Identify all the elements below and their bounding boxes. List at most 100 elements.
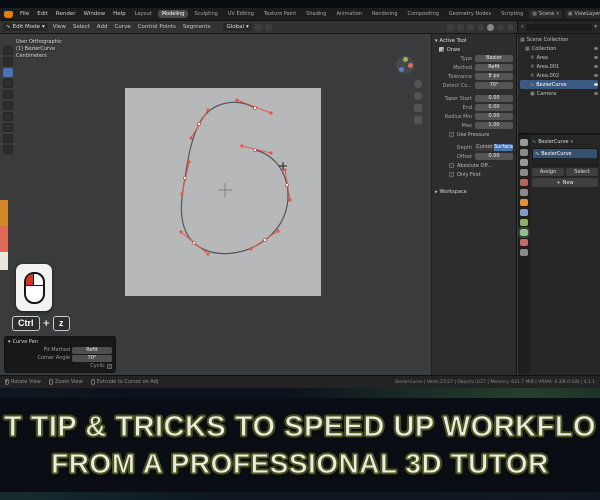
tolerance-field[interactable]: 8 px bbox=[475, 73, 513, 80]
fit-method-value[interactable]: Refit bbox=[72, 346, 112, 354]
properties-tab-modifiers[interactable] bbox=[520, 209, 528, 216]
cyclic-checkbox[interactable] bbox=[107, 363, 112, 369]
properties-tab-view-layer[interactable] bbox=[520, 169, 528, 176]
workspace-tab-texture-paint[interactable]: Texture Paint bbox=[260, 10, 300, 18]
mode-dropdown[interactable]: ∿ Edit Mode ▾ bbox=[3, 23, 48, 31]
eye-icon[interactable] bbox=[594, 92, 598, 95]
eye-icon[interactable] bbox=[594, 74, 598, 77]
use-pressure-checkbox[interactable] bbox=[449, 132, 454, 137]
properties-tab-scene[interactable] bbox=[520, 179, 528, 186]
menu-render[interactable]: Render bbox=[53, 11, 79, 17]
menu-edit[interactable]: Edit bbox=[34, 11, 51, 17]
type-dropdown[interactable]: Bezier bbox=[475, 55, 513, 62]
shading-wireframe-icon[interactable] bbox=[477, 23, 484, 31]
drawing-canvas[interactable] bbox=[125, 88, 321, 296]
select-box-tool-icon[interactable] bbox=[3, 46, 13, 55]
transform-orientation-dropdown[interactable]: Global ▾ bbox=[223, 23, 252, 31]
camera-view-icon[interactable] bbox=[414, 104, 422, 112]
properties-tab-material[interactable] bbox=[520, 239, 528, 246]
show-gizmo-icon[interactable] bbox=[447, 23, 454, 31]
menu-file[interactable]: File bbox=[17, 11, 32, 17]
eye-icon[interactable] bbox=[594, 65, 598, 68]
measure-tool-icon[interactable] bbox=[3, 134, 13, 143]
properties-tab-object[interactable] bbox=[520, 199, 528, 206]
slot-list-item[interactable]: ∿ BezierCurve bbox=[533, 149, 597, 158]
rotate-tool-icon[interactable] bbox=[3, 90, 13, 99]
method-dropdown[interactable]: Refit bbox=[475, 64, 513, 71]
annotate-tool-icon[interactable] bbox=[3, 123, 13, 132]
outliner-item-area-001[interactable]: ☼ Area.001 bbox=[520, 62, 598, 71]
zoom-icon[interactable] bbox=[414, 80, 422, 88]
outliner-item-collection[interactable]: ▦ Collection bbox=[520, 44, 598, 53]
move-tool-icon[interactable] bbox=[3, 79, 13, 88]
chevron-down-icon[interactable]: ▾ bbox=[8, 339, 11, 345]
workspace-tab-modeling[interactable]: Modeling bbox=[157, 10, 189, 18]
properties-tab-physics[interactable] bbox=[520, 219, 528, 226]
assign-button[interactable]: Assign bbox=[532, 168, 564, 176]
collapse-icon[interactable]: ▾ bbox=[435, 38, 438, 44]
transform-tool-icon[interactable] bbox=[3, 112, 13, 121]
corner-angle-value[interactable]: 70° bbox=[72, 354, 112, 362]
workspace-section[interactable]: ▸ Workspace bbox=[435, 187, 513, 196]
cursor-tool-icon[interactable] bbox=[3, 57, 13, 66]
toggle-ortho-icon[interactable] bbox=[414, 116, 422, 124]
shading-rendered-icon[interactable] bbox=[507, 23, 514, 31]
depth-cursor-button[interactable]: Cursor bbox=[475, 144, 494, 151]
workspace-tab-scripting[interactable]: Scripting bbox=[497, 10, 527, 18]
depth-surface-button[interactable]: Surface bbox=[493, 144, 513, 151]
axis-z-icon[interactable] bbox=[399, 67, 404, 72]
overlays-icon[interactable] bbox=[457, 23, 464, 31]
outliner-item-camera[interactable]: ▣ Camera bbox=[520, 89, 598, 98]
workspace-tab-layout[interactable]: Layout bbox=[131, 10, 156, 18]
menu-curve[interactable]: Curve bbox=[112, 24, 132, 30]
filter-icon[interactable]: ▾ bbox=[594, 24, 597, 30]
workspace-tab-shading[interactable]: Shading bbox=[302, 10, 330, 18]
proportional-edit-icon[interactable] bbox=[264, 23, 272, 31]
extrude-tool-icon[interactable] bbox=[3, 145, 13, 154]
shading-solid-icon[interactable] bbox=[487, 23, 494, 31]
properties-tab-tool[interactable] bbox=[520, 139, 528, 146]
workspace-tab-geometry-nodes[interactable]: Geometry Nodes bbox=[445, 10, 495, 18]
operator-panel[interactable]: ▾ Curve Pen Fit Method Refit Corner Angl… bbox=[4, 336, 116, 373]
workspace-tab-rendering[interactable]: Rendering bbox=[368, 10, 402, 18]
menu-segments[interactable]: Segments bbox=[181, 24, 213, 30]
scale-tool-icon[interactable] bbox=[3, 101, 13, 110]
properties-tab-output[interactable] bbox=[520, 159, 528, 166]
workspace-tab-uv-editing[interactable]: UV Editing bbox=[224, 10, 258, 18]
menu-help[interactable]: Help bbox=[110, 11, 129, 17]
eye-icon[interactable] bbox=[594, 56, 598, 59]
taper-end-field[interactable]: 0.00 bbox=[475, 104, 513, 111]
eye-icon[interactable] bbox=[594, 83, 598, 86]
scene-selector[interactable]: ▦ Scene ▾ bbox=[529, 10, 562, 18]
properties-tab-object-data[interactable] bbox=[518, 227, 530, 238]
shading-material-icon[interactable] bbox=[497, 23, 504, 31]
outliner-item-beziercurve[interactable]: ∿ BezierCurve bbox=[520, 80, 598, 89]
select-button[interactable]: Select bbox=[566, 168, 598, 176]
workspace-tab-compositing[interactable]: Compositing bbox=[404, 10, 443, 18]
outliner-item-area-002[interactable]: ☼ Area.002 bbox=[520, 71, 598, 80]
axis-y-icon[interactable] bbox=[403, 57, 408, 62]
outliner-item-scene-collection[interactable]: ▦ Scene Collection bbox=[520, 35, 598, 44]
slot-list[interactable]: ∿ BezierCurve bbox=[532, 148, 598, 166]
menu-select[interactable]: Select bbox=[71, 24, 92, 30]
eye-icon[interactable] bbox=[594, 47, 598, 50]
menu-view[interactable]: View bbox=[51, 24, 68, 30]
axis-x-icon[interactable] bbox=[408, 63, 413, 68]
absolute-offset-checkbox[interactable] bbox=[449, 163, 454, 168]
active-tool-row[interactable]: Draw bbox=[435, 45, 513, 54]
xray-icon[interactable] bbox=[467, 23, 474, 31]
offset-field[interactable]: 0.00 bbox=[475, 153, 513, 160]
view-layer-selector[interactable]: ▣ ViewLayer bbox=[564, 10, 600, 18]
move-view-icon[interactable] bbox=[414, 92, 422, 100]
workspace-tab-sculpting[interactable]: Sculpting bbox=[190, 10, 221, 18]
menu-window[interactable]: Window bbox=[80, 11, 108, 17]
snap-icon[interactable] bbox=[254, 23, 262, 31]
new-button[interactable]: + New bbox=[532, 178, 598, 187]
only-first-checkbox[interactable] bbox=[449, 172, 454, 177]
outliner-item-area[interactable]: ☼ Area bbox=[520, 53, 598, 62]
menu-add[interactable]: Add bbox=[95, 24, 110, 30]
detect-corners-field[interactable]: 70° bbox=[475, 82, 513, 89]
draw-tool-icon[interactable] bbox=[3, 68, 13, 77]
radius-max-field[interactable]: 1.00 bbox=[475, 122, 513, 129]
properties-tab-world[interactable] bbox=[520, 189, 528, 196]
